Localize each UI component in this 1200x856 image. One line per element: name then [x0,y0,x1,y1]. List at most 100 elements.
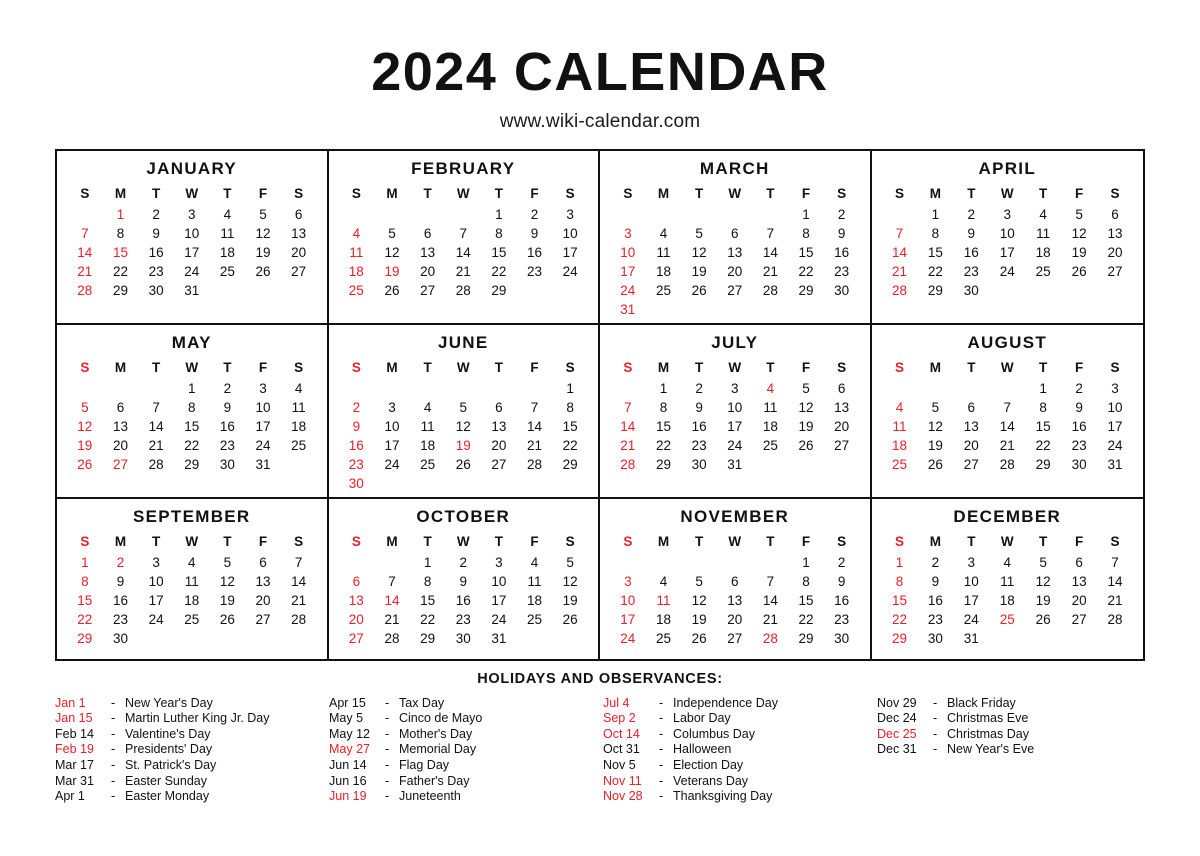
day-cell[interactable]: 2 [1061,379,1097,398]
day-cell[interactable]: 13 [717,243,753,262]
day-cell[interactable]: 27 [410,281,446,300]
day-cell[interactable]: 3 [610,224,646,243]
day-cell[interactable]: 20 [717,262,753,281]
day-cell[interactable]: 22 [882,610,918,629]
day-cell[interactable]: 24 [610,281,646,300]
day-cell[interactable]: 11 [646,243,682,262]
day-cell[interactable]: 26 [67,455,103,474]
day-cell[interactable]: 17 [245,417,281,436]
day-cell[interactable]: 2 [824,553,860,572]
day-cell[interactable]: 20 [410,262,446,281]
day-cell[interactable]: 14 [882,243,918,262]
day-cell[interactable]: 28 [281,610,317,629]
day-cell[interactable]: 16 [824,591,860,610]
day-cell[interactable]: 5 [917,398,953,417]
day-cell[interactable]: 30 [138,281,174,300]
day-cell[interactable]: 28 [445,281,481,300]
day-cell[interactable]: 23 [103,610,139,629]
day-cell[interactable]: 10 [610,591,646,610]
day-cell[interactable]: 14 [138,417,174,436]
day-cell[interactable]: 14 [753,591,789,610]
day-cell[interactable]: 3 [1097,379,1133,398]
day-cell[interactable]: 26 [374,281,410,300]
day-cell[interactable]: 13 [1061,572,1097,591]
day-cell[interactable]: 30 [103,629,139,648]
day-cell[interactable]: 18 [882,436,918,455]
day-cell[interactable]: 14 [989,417,1025,436]
day-cell[interactable]: 28 [989,455,1025,474]
day-cell[interactable]: 20 [824,417,860,436]
day-cell[interactable]: 9 [138,224,174,243]
day-cell[interactable]: 9 [517,224,553,243]
day-cell[interactable]: 31 [717,455,753,474]
day-cell[interactable]: 19 [917,436,953,455]
day-cell[interactable]: 29 [917,281,953,300]
day-cell[interactable]: 17 [953,591,989,610]
day-cell[interactable]: 4 [646,572,682,591]
day-cell[interactable]: 2 [339,398,375,417]
day-cell[interactable]: 1 [788,553,824,572]
day-cell[interactable]: 8 [788,224,824,243]
day-cell[interactable]: 31 [1097,455,1133,474]
day-cell[interactable]: 24 [374,455,410,474]
day-cell[interactable]: 3 [374,398,410,417]
day-cell[interactable]: 12 [917,417,953,436]
day-cell[interactable]: 16 [917,591,953,610]
day-cell[interactable]: 29 [882,629,918,648]
day-cell[interactable]: 21 [610,436,646,455]
day-cell[interactable]: 15 [481,243,517,262]
day-cell[interactable]: 27 [824,436,860,455]
day-cell[interactable]: 22 [1025,436,1061,455]
day-cell[interactable]: 24 [174,262,210,281]
day-cell[interactable]: 8 [103,224,139,243]
day-cell[interactable]: 15 [67,591,103,610]
day-cell[interactable]: 29 [481,281,517,300]
day-cell[interactable]: 7 [445,224,481,243]
day-cell[interactable]: 18 [753,417,789,436]
day-cell[interactable]: 1 [882,553,918,572]
day-cell[interactable]: 10 [552,224,588,243]
day-cell[interactable]: 4 [989,553,1025,572]
day-cell[interactable]: 17 [138,591,174,610]
day-cell[interactable]: 6 [281,205,317,224]
day-cell[interactable]: 27 [339,629,375,648]
day-cell[interactable]: 19 [681,610,717,629]
day-cell[interactable]: 8 [67,572,103,591]
day-cell[interactable]: 2 [103,553,139,572]
day-cell[interactable]: 3 [610,572,646,591]
day-cell[interactable]: 31 [610,300,646,319]
day-cell[interactable]: 30 [339,474,375,493]
day-cell[interactable]: 20 [1097,243,1133,262]
day-cell[interactable]: 14 [753,243,789,262]
day-cell[interactable]: 2 [681,379,717,398]
day-cell[interactable]: 1 [67,553,103,572]
day-cell[interactable]: 1 [481,205,517,224]
day-cell[interactable]: 18 [646,262,682,281]
day-cell[interactable]: 23 [681,436,717,455]
day-cell[interactable]: 13 [281,224,317,243]
day-cell[interactable]: 26 [1025,610,1061,629]
day-cell[interactable]: 27 [953,455,989,474]
day-cell[interactable]: 25 [882,455,918,474]
day-cell[interactable]: 11 [410,417,446,436]
day-cell[interactable]: 23 [210,436,246,455]
day-cell[interactable]: 5 [1025,553,1061,572]
day-cell[interactable]: 6 [953,398,989,417]
day-cell[interactable]: 1 [788,205,824,224]
day-cell[interactable]: 7 [374,572,410,591]
day-cell[interactable]: 19 [67,436,103,455]
day-cell[interactable]: 11 [646,591,682,610]
day-cell[interactable]: 19 [210,591,246,610]
day-cell[interactable]: 7 [517,398,553,417]
day-cell[interactable]: 23 [824,610,860,629]
day-cell[interactable]: 23 [824,262,860,281]
day-cell[interactable]: 12 [67,417,103,436]
day-cell[interactable]: 17 [610,610,646,629]
day-cell[interactable]: 22 [481,262,517,281]
day-cell[interactable]: 6 [481,398,517,417]
day-cell[interactable]: 9 [953,224,989,243]
day-cell[interactable]: 11 [882,417,918,436]
day-cell[interactable]: 9 [103,572,139,591]
day-cell[interactable]: 13 [1097,224,1133,243]
day-cell[interactable]: 17 [374,436,410,455]
